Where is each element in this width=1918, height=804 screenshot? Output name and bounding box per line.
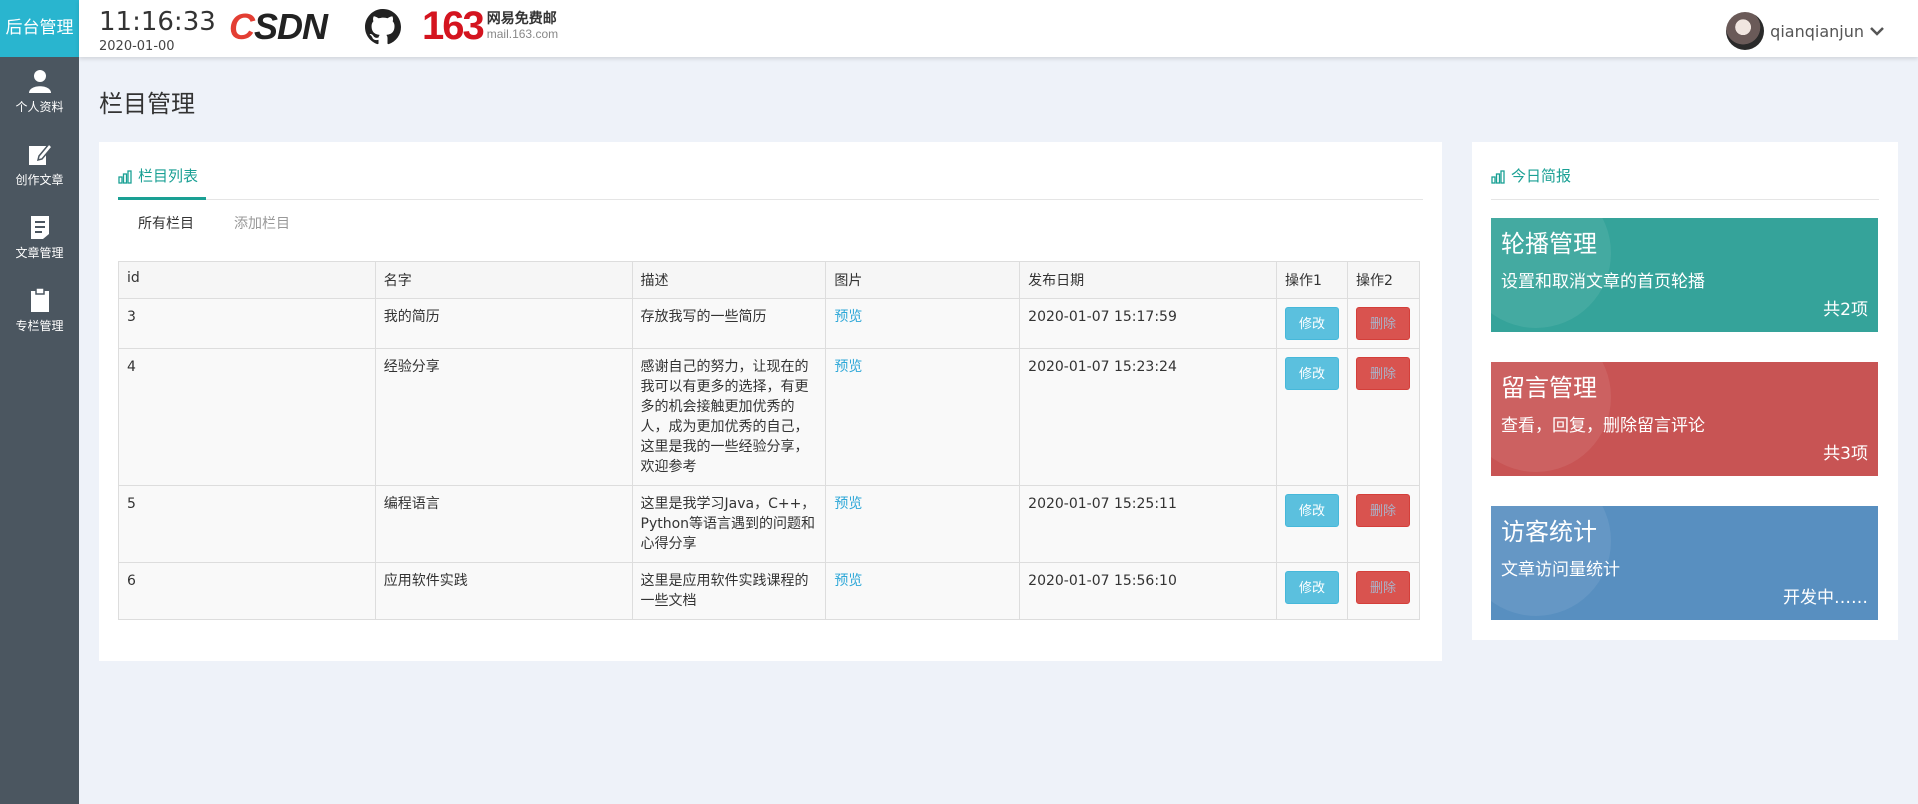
- card-visitor-stats[interactable]: 访客统计 文章访问量统计 开发中……: [1491, 506, 1878, 620]
- table-row: 4 经验分享 感谢自己的努力，让现在的我可以有更多的选择，有更多的机会接触更加优…: [118, 348, 1421, 486]
- card-carousel-management[interactable]: 轮播管理 设置和取消文章的首页轮播 共2项: [1491, 218, 1878, 332]
- edit-button[interactable]: 修改: [1284, 571, 1339, 604]
- csdn-logo[interactable]: CSDN: [229, 6, 328, 48]
- cell-desc: 存放我写的一些简历: [631, 298, 827, 349]
- mail-163-domain: mail.163.com: [486, 27, 559, 41]
- daily-brief-panel: 今日简报 轮播管理 设置和取消文章的首页轮播 共2项 留言管理 查看，回复，删除…: [1472, 142, 1898, 640]
- card-desc: 设置和取消文章的首页轮播: [1501, 272, 1705, 292]
- panel-title-text: 今日简报: [1511, 167, 1572, 185]
- sidebar-item-columns[interactable]: 专栏管理: [0, 287, 79, 334]
- cell-date: 2020-01-07 15:56:10: [1019, 562, 1277, 620]
- column-header-id: id: [118, 261, 376, 299]
- sidebar-item-label: 创作文章: [15, 173, 64, 187]
- column-header-image: 图片: [825, 261, 1021, 299]
- table-header-row: id 名字 描述 图片 发布日期 操作1 操作2: [118, 261, 1421, 299]
- cell-date: 2020-01-07 15:25:11: [1019, 485, 1277, 563]
- preview-link[interactable]: 预览: [834, 309, 862, 325]
- document-icon: [30, 216, 49, 239]
- bar-chart-icon: [1491, 170, 1505, 184]
- cell-desc: 感谢自己的努力，让现在的我可以有更多的选择，有更多的机会接触更加优秀的人，成为更…: [631, 348, 827, 486]
- card-count: 共3项: [1823, 444, 1868, 464]
- username[interactable]: qianqianjun: [1770, 22, 1864, 41]
- tab-add-column[interactable]: 添加栏目: [214, 207, 310, 241]
- sidebar-item-label: 专栏管理: [15, 319, 64, 333]
- delete-button[interactable]: 删除: [1355, 357, 1410, 390]
- tab-bar: 所有栏目 添加栏目: [118, 207, 310, 241]
- table-row: 6 应用软件实践 这里是应用软件实践课程的一些文档 预览 2020-01-07 …: [118, 562, 1421, 620]
- sidebar-item-label: 文章管理: [15, 246, 64, 260]
- cell-date: 2020-01-07 15:17:59: [1019, 298, 1277, 349]
- top-header: 11:16:33 2020-01-00 CSDN 163 网易免费邮 mail.16…: [79, 0, 1918, 57]
- column-header-op2: 操作2: [1346, 261, 1421, 299]
- csdn-logo-c: C: [229, 6, 255, 47]
- card-count: 共2项: [1823, 300, 1868, 320]
- sidebar: 个人资料 创作文章 文章管理 专栏管理: [0, 57, 79, 804]
- columns-table: id 名字 描述 图片 发布日期 操作1 操作2 3 我的简历 存放我写的一些简…: [118, 261, 1421, 620]
- clock-date: 2020-01-00: [99, 39, 175, 54]
- mail-163-logo[interactable]: 163 网易免费邮 mail.163.com: [422, 4, 558, 48]
- bar-chart-icon: [118, 170, 132, 184]
- user-menu[interactable]: qianqianjun: [1726, 12, 1884, 50]
- delete-button[interactable]: 删除: [1355, 571, 1410, 604]
- card-title: 访客统计: [1501, 518, 1597, 546]
- user-icon: [28, 70, 51, 93]
- panel-title-text: 栏目列表: [138, 167, 199, 185]
- card-title: 轮播管理: [1501, 230, 1597, 258]
- csdn-logo-rest: SDN: [254, 6, 328, 47]
- table-row: 5 编程语言 这里是我学习Java，C++，Python等语言遇到的问题和心得分…: [118, 485, 1421, 563]
- panel-title: 栏目列表: [118, 164, 207, 200]
- clock-time: 11:16:33: [99, 7, 216, 37]
- edit-button[interactable]: 修改: [1284, 357, 1339, 390]
- cell-id: 5: [118, 485, 376, 563]
- cell-id: 6: [118, 562, 376, 620]
- brand-title[interactable]: 后台管理: [0, 0, 79, 57]
- column-header-desc: 描述: [631, 261, 827, 299]
- card-title: 留言管理: [1501, 374, 1597, 402]
- card-count: 开发中……: [1783, 588, 1868, 608]
- avatar[interactable]: [1726, 12, 1765, 50]
- cell-id: 4: [118, 348, 376, 486]
- delete-button[interactable]: 删除: [1355, 494, 1410, 527]
- tab-all-columns[interactable]: 所有栏目: [118, 207, 214, 241]
- edit-button[interactable]: 修改: [1284, 307, 1339, 340]
- column-header-name: 名字: [374, 261, 633, 299]
- preview-link[interactable]: 预览: [834, 573, 862, 589]
- cell-name: 应用软件实践: [374, 562, 633, 620]
- column-header-date: 发布日期: [1019, 261, 1277, 299]
- table-row: 3 我的简历 存放我写的一些简历 预览 2020-01-07 15:17:59 …: [118, 298, 1421, 349]
- sidebar-item-label: 个人资料: [15, 100, 64, 114]
- cell-desc: 这里是我学习Java，C++，Python等语言遇到的问题和心得分享: [631, 485, 827, 563]
- cell-name: 我的简历: [374, 298, 633, 349]
- card-desc: 查看，回复，删除留言评论: [1501, 416, 1705, 436]
- sidebar-item-articles[interactable]: 文章管理: [0, 214, 79, 261]
- mail-163-title: 网易免费邮: [486, 11, 557, 27]
- edit-icon: [28, 142, 53, 165]
- github-icon[interactable]: [365, 9, 401, 45]
- cell-desc: 这里是应用软件实践课程的一些文档: [631, 562, 827, 620]
- edit-button[interactable]: 修改: [1284, 494, 1339, 527]
- sidebar-item-write[interactable]: 创作文章: [0, 141, 79, 188]
- cell-name: 编程语言: [374, 485, 633, 563]
- panel-header: 今日简报: [1491, 164, 1879, 200]
- chevron-down-icon[interactable]: [1870, 26, 1884, 36]
- preview-link[interactable]: 预览: [834, 496, 862, 512]
- cell-id: 3: [118, 298, 376, 349]
- preview-link[interactable]: 预览: [834, 359, 862, 375]
- panel-title: 今日简报: [1491, 164, 1579, 200]
- sidebar-item-profile[interactable]: 个人资料: [0, 68, 79, 115]
- page-title: 栏目管理: [99, 90, 195, 118]
- mail-163-number: 163: [422, 4, 485, 48]
- delete-button[interactable]: 删除: [1355, 307, 1410, 340]
- cell-date: 2020-01-07 15:23:24: [1019, 348, 1277, 486]
- cell-name: 经验分享: [374, 348, 633, 486]
- clock: 11:16:33 2020-01-00: [99, 6, 216, 54]
- column-header-op1: 操作1: [1275, 261, 1348, 299]
- column-list-panel: 栏目列表 所有栏目 添加栏目 id 名字 描述 图片 发布日期 操作1 操作2 …: [99, 142, 1442, 661]
- clipboard-icon: [30, 287, 49, 312]
- card-comment-management[interactable]: 留言管理 查看，回复，删除留言评论 共3项: [1491, 362, 1878, 476]
- card-desc: 文章访问量统计: [1501, 560, 1620, 580]
- panel-header: 栏目列表: [118, 164, 1423, 200]
